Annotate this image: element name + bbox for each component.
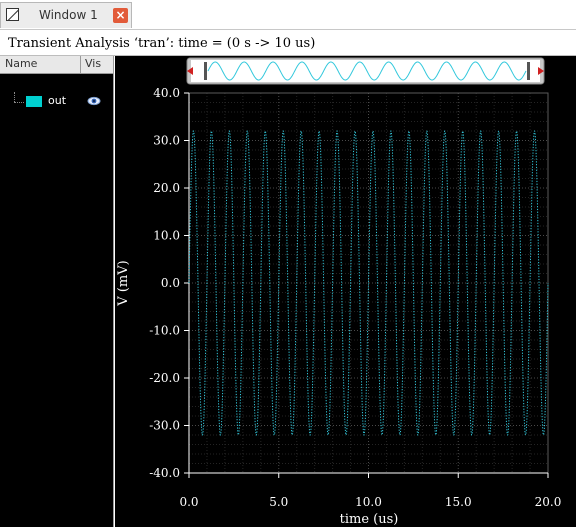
y-tick-label: -10.0: [149, 324, 180, 338]
y-tick-label: -40.0: [149, 466, 180, 480]
y-tick-label: -20.0: [149, 371, 180, 385]
signal-name-out[interactable]: out: [48, 94, 66, 107]
column-divider[interactable]: [80, 56, 81, 74]
column-header-name[interactable]: Name: [5, 57, 37, 70]
overview-left-handle[interactable]: [204, 62, 207, 80]
signal-list-header: Name Vis: [0, 56, 113, 74]
eye-icon[interactable]: [87, 94, 101, 108]
close-icon[interactable]: ×: [113, 8, 128, 23]
y-tick-label: 10.0: [153, 229, 180, 243]
tree-connector-horizontal: [14, 102, 24, 103]
y-tick-label: 40.0: [153, 86, 180, 100]
signal-list-panel: Name Vis out: [0, 56, 114, 527]
overview-navigator[interactable]: [186, 57, 545, 85]
tree-connector: [14, 92, 15, 102]
x-tick-label: 0.0: [179, 495, 198, 509]
x-axis-label: time (us): [340, 512, 399, 527]
y-tick-label: 20.0: [153, 181, 180, 195]
y-axis-label: V (mV): [116, 260, 131, 306]
y-tick-label: 30.0: [153, 134, 180, 148]
window-icon: [6, 8, 19, 21]
tab-bar: Window 1 ×: [0, 0, 576, 30]
y-tick-label: 0.0: [161, 276, 180, 290]
x-tick-label: 15.0: [445, 495, 472, 509]
y-axis: 40.0 30.0 20.0 10.0 0.0 -10.0 -20.0 -30.0 -40.0: [149, 86, 190, 480]
x-axis: 0.0 5.0 10.0 15.0 20.0: [179, 472, 562, 509]
overview-right-handle[interactable]: [527, 62, 530, 80]
plot-area[interactable]: 40.0 30.0 20.0 10.0 0.0 -10.0 -20.0 -30.0 -40.0 …: [115, 56, 576, 527]
x-tick-label: 10.0: [355, 495, 382, 509]
y-tick-label: -30.0: [149, 419, 180, 433]
waveform-plot[interactable]: 40.030.020.010.00.0-10.0-20.0-30.0-40.0 …: [115, 56, 576, 527]
analysis-title-bar: Transient Analysis ‘tran’: time = (0 s -…: [0, 32, 576, 56]
signal-color-swatch[interactable]: [26, 96, 42, 107]
analysis-title: Transient Analysis ‘tran’: time = (0 s -…: [8, 36, 316, 51]
tab-label: Window 1: [39, 8, 98, 22]
tab-window-1[interactable]: Window 1 ×: [0, 2, 132, 28]
column-header-vis[interactable]: Vis: [85, 57, 101, 70]
x-tick-label: 5.0: [269, 495, 288, 509]
x-tick-label: 20.0: [535, 495, 562, 509]
